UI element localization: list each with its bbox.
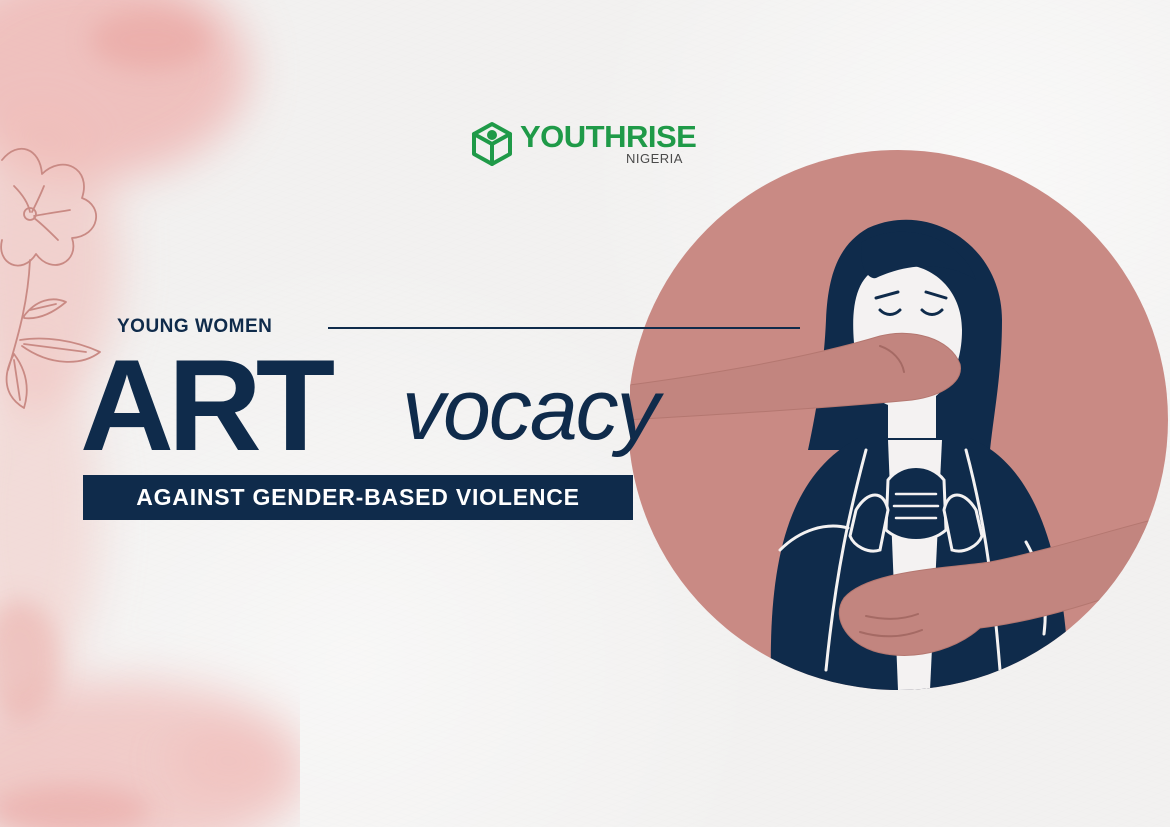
eyebrow-divider: [328, 327, 800, 329]
woman-silenced-illustration: [630, 150, 1168, 690]
subtitle-banner: AGAINST GENDER-BASED VIOLENCE: [83, 475, 633, 520]
poster: YOUTHRISE NIGERIA YOUNG WOMEN ART vocacy…: [0, 0, 1170, 827]
subtitle-banner-text: AGAINST GENDER-BASED VIOLENCE: [136, 484, 580, 510]
title-italic: vocacy: [402, 362, 660, 458]
clasped-hands: [884, 465, 948, 542]
logo-wordmark: YOUTHRISE: [520, 119, 697, 154]
title-bold: ART: [80, 332, 335, 478]
youthrise-logo-mark-icon: [472, 122, 512, 166]
